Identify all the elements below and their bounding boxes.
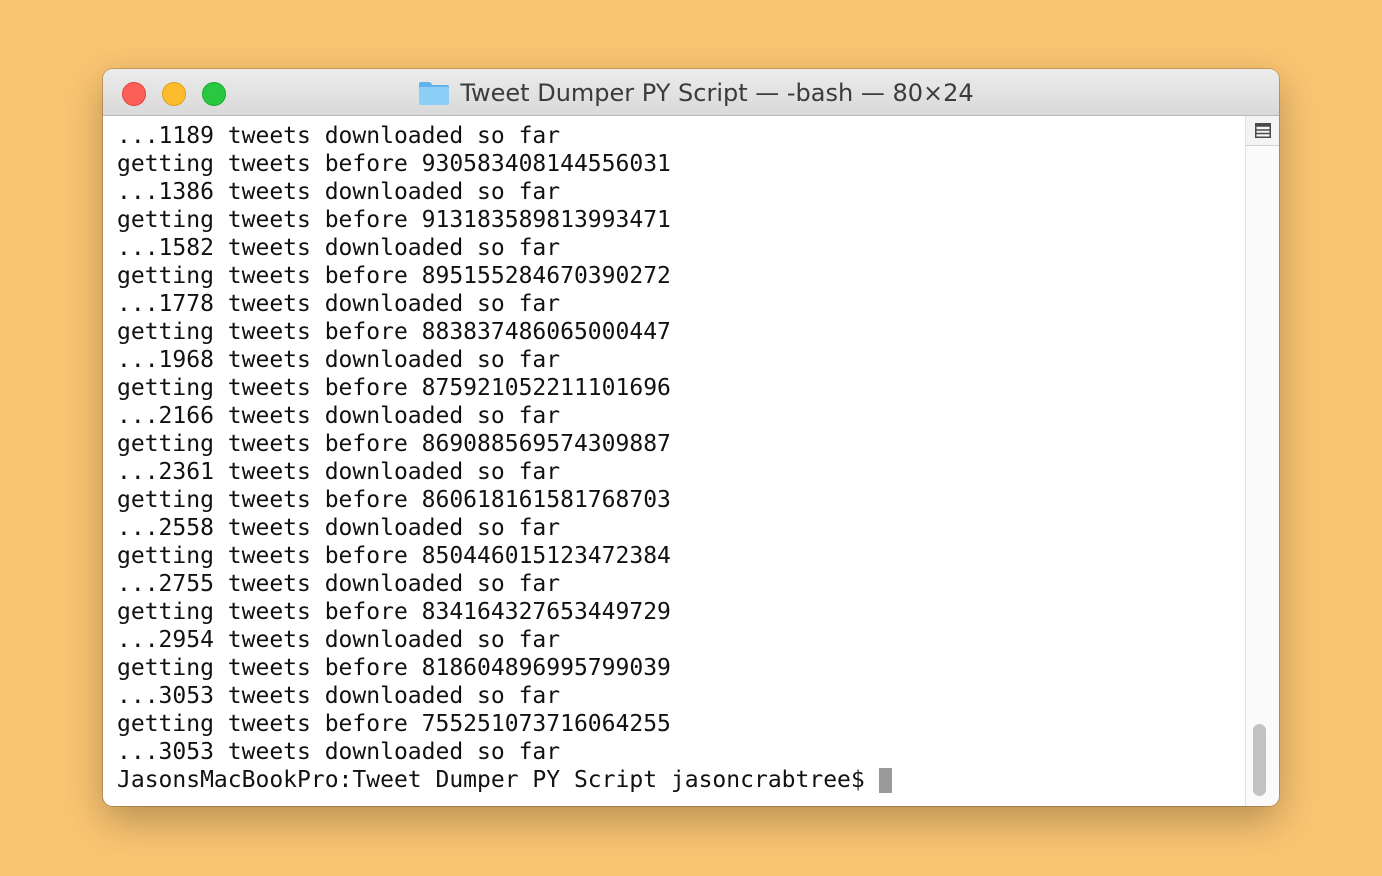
window-title: Tweet Dumper PY Script — -bash — 80×24 [460,78,974,107]
terminal-window: Tweet Dumper PY Script — -bash — 80×24 .… [103,69,1279,806]
terminal-line: getting tweets before 850446015123472384 [117,543,671,569]
terminal-line: getting tweets before 834164327653449729 [117,599,671,625]
vertical-scrollbar[interactable] [1245,116,1279,806]
terminal-line: getting tweets before 883837486065000447 [117,319,671,345]
terminal-line: ...1968 tweets downloaded so far [117,347,561,373]
split-pane-button[interactable] [1246,116,1279,146]
terminal-line: getting tweets before 869088569574309887 [117,431,671,457]
terminal-line: ...2954 tweets downloaded so far [117,627,561,653]
terminal-line: getting tweets before 860618161581768703 [117,487,671,513]
folder-icon [419,81,450,105]
terminal-output[interactable]: ...1189 tweets downloaded so far getting … [103,116,1245,806]
terminal-line: getting tweets before 913183589813993471 [117,207,671,233]
scrollbar-thumb[interactable] [1253,724,1266,796]
terminal-line: ...2755 tweets downloaded so far [117,571,561,597]
terminal-line: ...1778 tweets downloaded so far [117,291,561,317]
terminal-line: ...1582 tweets downloaded so far [117,235,561,261]
terminal-line: ...2558 tweets downloaded so far [117,515,561,541]
terminal-line: ...1189 tweets downloaded so far [117,123,561,149]
window-title-group: Tweet Dumper PY Script — -bash — 80×24 [103,69,1279,116]
terminal-line: ...2361 tweets downloaded so far [117,459,561,485]
terminal-line: getting tweets before 930583408144556031 [117,151,671,177]
terminal-line: ...1386 tweets downloaded so far [117,179,561,205]
terminal-line: getting tweets before 818604896995799039 [117,655,671,681]
text-cursor [878,767,892,793]
shell-prompt-line[interactable]: JasonsMacBookPro:Tweet Dumper PY Script … [117,766,892,794]
shell-prompt: JasonsMacBookPro:Tweet Dumper PY Script … [117,767,865,793]
terminal-line: ...3053 tweets downloaded so far [117,683,561,709]
terminal-line: getting tweets before 875921052211101696 [117,375,671,401]
terminal-lines: ...1189 tweets downloaded so far getting … [117,122,892,794]
terminal-line: getting tweets before 755251073716064255 [117,711,671,737]
title-bar[interactable]: Tweet Dumper PY Script — -bash — 80×24 [103,69,1279,116]
terminal-line: ...3053 tweets downloaded so far [117,739,561,765]
split-pane-icon [1254,123,1271,138]
terminal-line: getting tweets before 895155284670390272 [117,263,671,289]
terminal-line: ...2166 tweets downloaded so far [117,403,561,429]
